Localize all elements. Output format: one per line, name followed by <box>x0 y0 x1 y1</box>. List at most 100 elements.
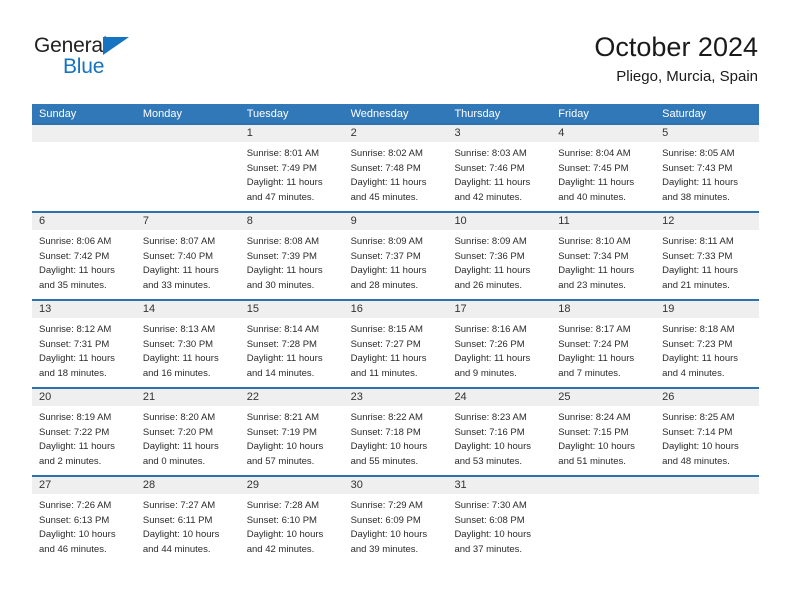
day-cell[interactable]: 25 Sunrise: 8:24 AM Sunset: 7:15 PM Dayl… <box>551 389 656 475</box>
day-info: Sunrise: 8:25 AM Sunset: 7:14 PM Dayligh… <box>655 406 759 469</box>
week-row: 20 Sunrise: 8:19 AM Sunset: 7:22 PM Dayl… <box>32 387 760 475</box>
day-number-band <box>655 477 760 494</box>
page-subtitle-location: Pliego, Murcia, Spain <box>616 68 758 85</box>
daylight-text-line1: Daylight: 11 hours <box>558 353 635 364</box>
day-cell[interactable]: 13 Sunrise: 8:12 AM Sunset: 7:31 PM Dayl… <box>32 301 136 387</box>
day-cell[interactable]: 2 Sunrise: 8:02 AM Sunset: 7:48 PM Dayli… <box>343 125 448 211</box>
day-number: 20 <box>39 391 52 403</box>
sunrise-text: Sunrise: 8:07 AM <box>142 236 216 247</box>
day-info: Sunrise: 7:30 AM Sunset: 6:08 PM Dayligh… <box>447 494 551 557</box>
weekday-header-wednesday: Wednesday <box>350 108 409 120</box>
day-cell[interactable]: 31 Sunrise: 7:30 AM Sunset: 6:08 PM Dayl… <box>447 477 552 563</box>
day-cell[interactable]: 21 Sunrise: 8:20 AM Sunset: 7:20 PM Dayl… <box>135 389 240 475</box>
day-cell[interactable]: 12 Sunrise: 8:11 AM Sunset: 7:33 PM Dayl… <box>655 213 760 299</box>
day-cell[interactable]: 4 Sunrise: 8:04 AM Sunset: 7:45 PM Dayli… <box>551 125 656 211</box>
sunset-text: Sunset: 7:40 PM <box>142 250 214 262</box>
day-number: 4 <box>558 127 565 139</box>
day-cell[interactable]: 29 Sunrise: 7:28 AM Sunset: 6:10 PM Dayl… <box>239 477 344 563</box>
daylight-text-line1: Daylight: 11 hours <box>142 265 219 276</box>
day-info: Sunrise: 8:07 AM Sunset: 7:40 PM Dayligh… <box>136 230 240 293</box>
day-number-band <box>32 125 136 142</box>
day-number-band: 20 <box>32 389 136 406</box>
sunset-text: Sunset: 7:31 PM <box>39 338 110 350</box>
daylight-text-line1: Daylight: 10 hours <box>454 441 532 452</box>
day-cell[interactable]: 30 Sunrise: 7:29 AM Sunset: 6:09 PM Dayl… <box>343 477 448 563</box>
sunset-text: Sunset: 7:19 PM <box>246 426 317 438</box>
daylight-text-line2: and 26 minutes. <box>454 279 523 291</box>
sunrise-text: Sunrise: 8:12 AM <box>39 324 112 335</box>
sunset-text: Sunset: 6:09 PM <box>350 514 421 526</box>
day-cell[interactable]: 14 Sunrise: 8:13 AM Sunset: 7:30 PM Dayl… <box>135 301 240 387</box>
daylight-text-line2: and 47 minutes. <box>246 191 315 203</box>
day-cell[interactable]: 7 Sunrise: 8:07 AM Sunset: 7:40 PM Dayli… <box>135 213 240 299</box>
day-cell[interactable]: 9 Sunrise: 8:09 AM Sunset: 7:37 PM Dayli… <box>343 213 448 299</box>
daylight-text-line1: Daylight: 10 hours <box>246 529 324 540</box>
day-number: 23 <box>350 391 363 403</box>
day-cell[interactable]: 20 Sunrise: 8:19 AM Sunset: 7:22 PM Dayl… <box>32 389 136 475</box>
weekday-header-sunday: Sunday <box>39 108 77 120</box>
day-cell[interactable]: 17 Sunrise: 8:16 AM Sunset: 7:26 PM Dayl… <box>447 301 552 387</box>
day-info: Sunrise: 8:08 AM Sunset: 7:39 PM Dayligh… <box>240 230 344 293</box>
day-number: 10 <box>454 215 467 227</box>
day-cell[interactable] <box>551 477 656 563</box>
sunrise-text: Sunrise: 8:14 AM <box>246 324 320 335</box>
daylight-text-line2: and 16 minutes. <box>142 367 211 379</box>
daylight-text-line1: Daylight: 10 hours <box>558 441 635 452</box>
day-number-band: 1 <box>239 125 344 142</box>
sunrise-text: Sunrise: 8:15 AM <box>350 324 423 335</box>
daylight-text-line1: Daylight: 11 hours <box>662 177 739 188</box>
day-cell[interactable]: 15 Sunrise: 8:14 AM Sunset: 7:28 PM Dayl… <box>239 301 344 387</box>
day-cell[interactable]: 22 Sunrise: 8:21 AM Sunset: 7:19 PM Dayl… <box>239 389 344 475</box>
day-info: Sunrise: 8:02 AM Sunset: 7:48 PM Dayligh… <box>344 142 448 205</box>
day-cell[interactable]: 16 Sunrise: 8:15 AM Sunset: 7:27 PM Dayl… <box>343 301 448 387</box>
sunset-text: Sunset: 7:28 PM <box>246 338 317 350</box>
daylight-text-line1: Daylight: 11 hours <box>39 265 115 276</box>
weekday-header-tuesday: Tuesday <box>246 108 289 120</box>
day-number: 21 <box>142 391 156 403</box>
weekday-header-saturday: Saturday <box>662 108 707 120</box>
sunset-text: Sunset: 7:48 PM <box>350 162 421 174</box>
generalblue-logo[interactable]: General Blue <box>34 34 234 90</box>
day-cell[interactable]: 11 Sunrise: 8:10 AM Sunset: 7:34 PM Dayl… <box>551 213 656 299</box>
day-cell[interactable] <box>32 125 136 211</box>
day-number: 9 <box>350 215 357 227</box>
day-cell[interactable]: 24 Sunrise: 8:23 AM Sunset: 7:16 PM Dayl… <box>447 389 552 475</box>
day-info: Sunrise: 8:12 AM Sunset: 7:31 PM Dayligh… <box>32 318 136 381</box>
day-cell[interactable]: 18 Sunrise: 8:17 AM Sunset: 7:24 PM Dayl… <box>551 301 656 387</box>
weekday-header-row: Sunday Monday Tuesday Wednesday Thursday… <box>32 104 759 123</box>
week-row: 1 Sunrise: 8:01 AM Sunset: 7:49 PM Dayli… <box>32 123 760 211</box>
daylight-text-line2: and 33 minutes. <box>142 279 211 291</box>
daylight-text-line2: and 38 minutes. <box>662 191 730 203</box>
day-cell[interactable]: 1 Sunrise: 8:01 AM Sunset: 7:49 PM Dayli… <box>239 125 344 211</box>
day-cell[interactable]: 10 Sunrise: 8:09 AM Sunset: 7:36 PM Dayl… <box>447 213 552 299</box>
day-cell[interactable]: 8 Sunrise: 8:08 AM Sunset: 7:39 PM Dayli… <box>239 213 344 299</box>
day-cell[interactable]: 6 Sunrise: 8:06 AM Sunset: 7:42 PM Dayli… <box>32 213 136 299</box>
day-number-band: 21 <box>135 389 240 406</box>
logo-text-blue: Blue <box>63 55 105 78</box>
day-cell[interactable]: 19 Sunrise: 8:18 AM Sunset: 7:23 PM Dayl… <box>655 301 760 387</box>
daylight-text-line2: and 53 minutes. <box>454 455 523 467</box>
day-info: Sunrise: 8:14 AM Sunset: 7:28 PM Dayligh… <box>240 318 344 381</box>
sunrise-text: Sunrise: 8:16 AM <box>454 324 527 335</box>
day-number-band: 16 <box>343 301 448 318</box>
daylight-text-line2: and 28 minutes. <box>350 279 419 291</box>
day-cell[interactable]: 26 Sunrise: 8:25 AM Sunset: 7:14 PM Dayl… <box>655 389 760 475</box>
day-cell[interactable]: 3 Sunrise: 8:03 AM Sunset: 7:46 PM Dayli… <box>447 125 552 211</box>
day-cell[interactable] <box>135 125 240 211</box>
daylight-text-line2: and 37 minutes. <box>454 543 523 555</box>
day-number-band: 13 <box>32 301 136 318</box>
daylight-text-line2: and 48 minutes. <box>662 455 730 467</box>
daylight-text-line1: Daylight: 11 hours <box>246 177 323 188</box>
day-info <box>32 142 136 147</box>
daylight-text-line2: and 2 minutes. <box>39 455 102 467</box>
day-number-band: 8 <box>239 213 344 230</box>
day-cell[interactable]: 23 Sunrise: 8:22 AM Sunset: 7:18 PM Dayl… <box>343 389 448 475</box>
day-cell[interactable]: 5 Sunrise: 8:05 AM Sunset: 7:43 PM Dayli… <box>655 125 760 211</box>
day-cell[interactable] <box>655 477 760 563</box>
daylight-text-line1: Daylight: 11 hours <box>454 177 531 188</box>
sunset-text: Sunset: 7:22 PM <box>39 426 110 438</box>
day-cell[interactable]: 27 Sunrise: 7:26 AM Sunset: 6:13 PM Dayl… <box>32 477 136 563</box>
day-cell[interactable]: 28 Sunrise: 7:27 AM Sunset: 6:11 PM Dayl… <box>135 477 240 563</box>
sunset-text: Sunset: 7:16 PM <box>454 426 525 438</box>
day-info: Sunrise: 8:16 AM Sunset: 7:26 PM Dayligh… <box>447 318 551 381</box>
